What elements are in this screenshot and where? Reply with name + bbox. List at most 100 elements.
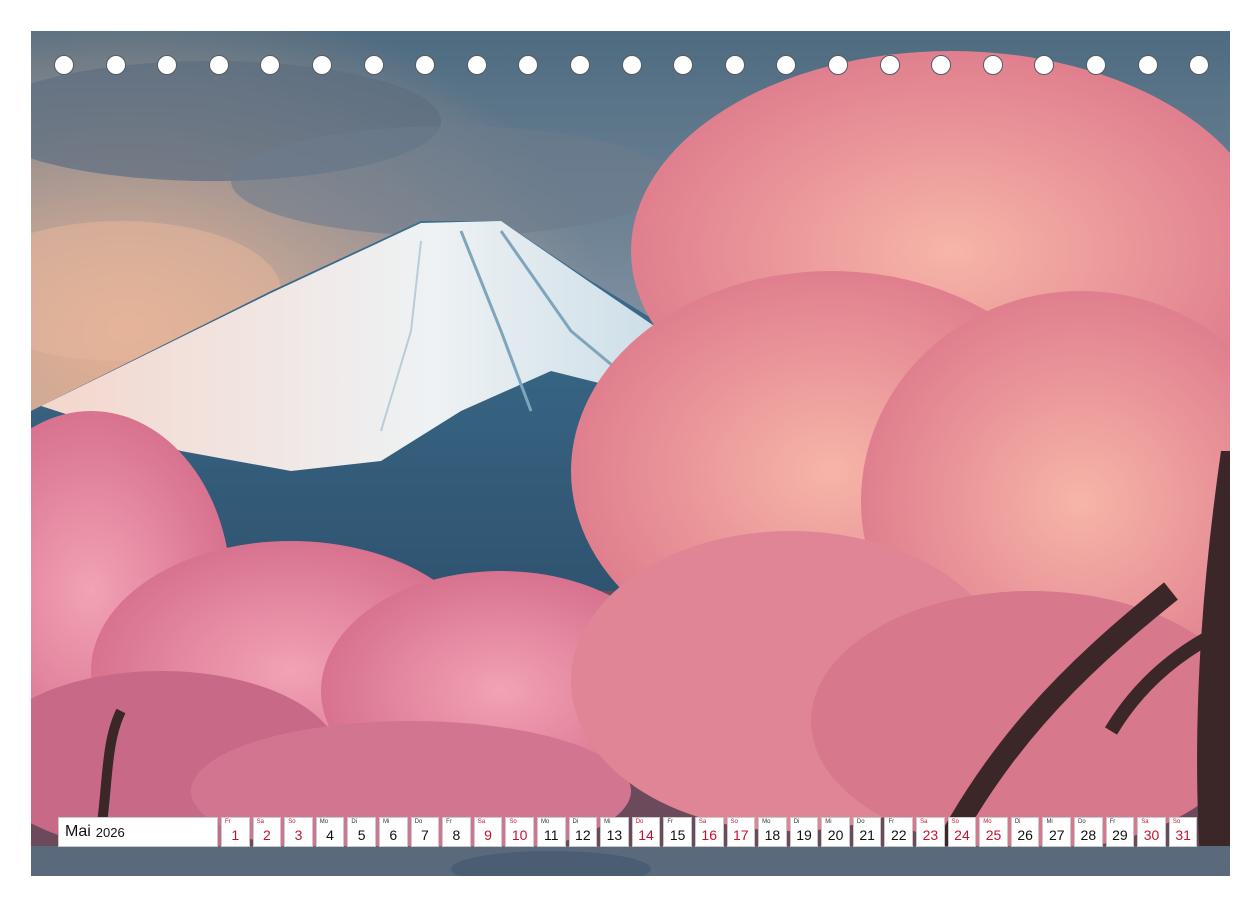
- photo-illustration: [31, 31, 1230, 876]
- binding-hole: [1137, 55, 1158, 75]
- weekday-label: Di: [793, 819, 800, 825]
- day-number: 22: [890, 827, 907, 843]
- weekday-label: Do: [635, 819, 644, 825]
- weekday-label: Fr: [446, 819, 452, 825]
- weekday-label: Fr: [225, 819, 231, 825]
- day-number: 9: [484, 827, 492, 843]
- day-number: 13: [606, 827, 623, 843]
- day-number: 26: [1017, 827, 1033, 843]
- day-number: 29: [1112, 827, 1128, 843]
- weekday-label: Mi: [604, 819, 611, 825]
- binding-hole: [879, 55, 900, 75]
- binding-hole: [828, 55, 848, 75]
- day-cell: Mi 27: [1042, 817, 1072, 847]
- weekday-label: Sa: [256, 819, 264, 825]
- weekday-label: Di: [1014, 819, 1021, 825]
- day-number: 3: [294, 827, 303, 843]
- weekday-label: Di: [351, 819, 358, 825]
- mount-fuji-cherry-blossom-photo: [31, 31, 1230, 876]
- weekday-label: Do: [856, 819, 865, 825]
- day-cell: Sa 30: [1137, 817, 1166, 847]
- calendar-page: Mai 2026 Fr 1 Sa 2 So 3 Mo 4 Di 5 Mi 6 Do 7 Fr 8 Sa 9 So 10…: [0, 0, 1260, 905]
- weekday-label: Mo: [762, 819, 771, 825]
- weekday-label: So: [1172, 819, 1181, 825]
- day-cell: Fr 1: [221, 817, 250, 847]
- weekday-label: So: [730, 819, 738, 825]
- month-label-box: Mai 2026: [58, 817, 218, 847]
- weekday-label: Do: [1078, 819, 1086, 825]
- binding-hole: [621, 55, 642, 75]
- day-number: 21: [859, 827, 875, 843]
- day-cell: Fr 29: [1105, 817, 1135, 847]
- day-cell: Sa 2: [252, 817, 282, 847]
- day-cell: Sa 16: [694, 817, 724, 847]
- year-label: 2026: [95, 824, 125, 840]
- weekday-label: So: [288, 819, 296, 825]
- day-number: 16: [701, 827, 717, 843]
- weekday-label: Sa: [698, 819, 707, 825]
- day-number: 31: [1175, 827, 1191, 843]
- day-cell: Do 14: [631, 817, 661, 847]
- binding-hole: [982, 55, 1003, 75]
- month-name: Mai: [65, 823, 91, 840]
- day-number: 15: [669, 827, 686, 843]
- day-number: 27: [1048, 827, 1065, 843]
- day-number: 12: [575, 827, 591, 843]
- day-cell: So 3: [284, 817, 313, 847]
- day-cell: Mo 18: [758, 817, 787, 847]
- binding-hole: [54, 55, 74, 75]
- weekday-label: Mi: [1046, 819, 1053, 825]
- day-number: 19: [796, 827, 812, 843]
- weekday-label: So: [951, 819, 959, 825]
- day-number: 17: [733, 827, 749, 843]
- day-cell: Sa 9: [473, 817, 503, 847]
- day-number: 28: [1080, 827, 1097, 843]
- day-cell: Mi 13: [600, 817, 629, 847]
- binding-hole: [570, 55, 590, 75]
- day-cell: So 24: [947, 817, 977, 847]
- day-cell: Do 7: [410, 817, 440, 847]
- binding-hole: [1086, 55, 1106, 75]
- day-cell: Di 12: [568, 817, 598, 847]
- weekday-label: Mo: [983, 819, 992, 825]
- weekday-label: Do: [414, 819, 423, 825]
- weekday-label: Fr: [888, 819, 895, 825]
- binding-hole: [466, 55, 487, 75]
- weekday-label: Sa: [477, 819, 486, 825]
- binding-hole: [208, 55, 229, 75]
- day-cell: Fr 15: [663, 817, 692, 847]
- weekday-label: Mo: [540, 819, 550, 825]
- day-cell: Di 19: [789, 817, 819, 847]
- day-number: 8: [452, 827, 461, 843]
- day-cell: Mo 25: [979, 817, 1008, 847]
- day-cell: Mi 6: [378, 817, 408, 847]
- day-cell: Di 26: [1010, 817, 1040, 847]
- day-cell: Di 5: [347, 817, 376, 847]
- weekday-label: So: [509, 819, 517, 825]
- day-number: 20: [827, 827, 844, 843]
- calendar-strip: Mai 2026 Fr 1 Sa 2 So 3 Mo 4 Di 5 Mi 6 Do 7 Fr 8 Sa 9 So 10…: [58, 817, 1200, 847]
- weekday-label: Sa: [920, 819, 928, 825]
- day-cell: So 10: [505, 817, 534, 847]
- weekday-label: Mi: [382, 819, 390, 825]
- day-number: 1: [231, 827, 240, 843]
- day-cell: So 31: [1168, 817, 1198, 847]
- day-number: 4: [326, 827, 334, 843]
- day-cell: Do 28: [1074, 817, 1103, 847]
- day-number: 6: [389, 827, 398, 843]
- day-cell: Mi 20: [821, 817, 850, 847]
- day-number: 23: [922, 827, 939, 843]
- day-number: 14: [638, 827, 654, 843]
- day-cell: Mo 11: [536, 817, 566, 847]
- weekday-label: Fr: [1109, 819, 1116, 825]
- day-number: 7: [420, 827, 429, 843]
- day-cell: Fr 8: [442, 817, 471, 847]
- weekday-label: Mo: [319, 819, 329, 825]
- day-number: 25: [985, 827, 1002, 843]
- day-cell: Sa 23: [916, 817, 945, 847]
- day-cell: So 17: [726, 817, 756, 847]
- day-number: 18: [764, 827, 781, 843]
- day-cells: Fr 1 Sa 2 So 3 Mo 4 Di 5 Mi 6 Do 7 Fr 8 Sa 9 So 10 Mo 11 Di 12 M…: [221, 817, 1200, 847]
- weekday-label: Sa: [1141, 819, 1149, 825]
- weekday-label: Mi: [825, 819, 832, 825]
